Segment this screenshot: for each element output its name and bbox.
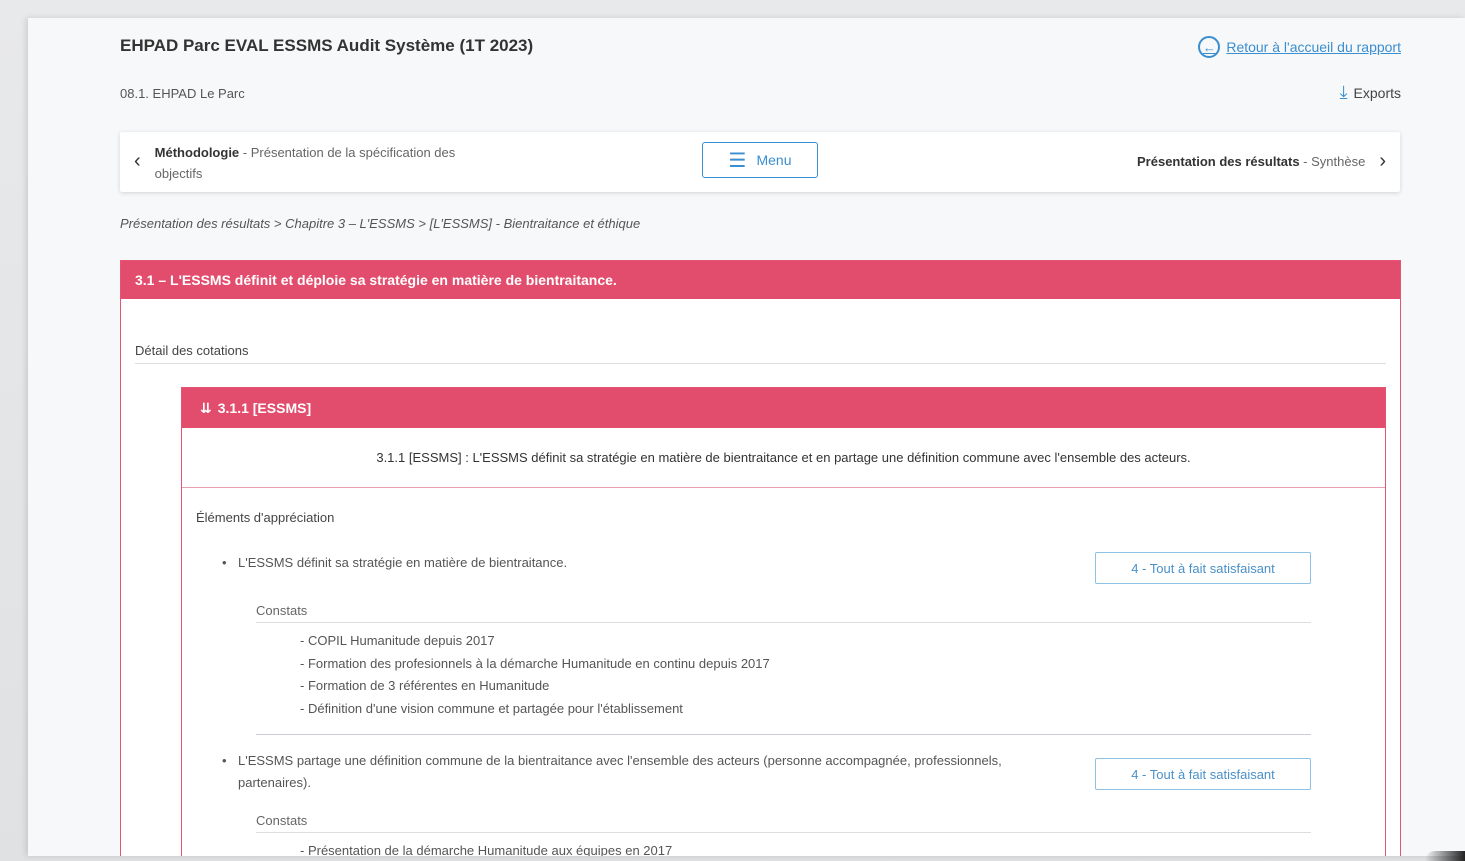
constats-title: Constats [256, 813, 308, 828]
page-title: EHPAD Parc EVAL ESSMS Audit Système (1T … [120, 36, 534, 55]
rating-badge[interactable]: 4 - Tout à fait satisfaisant [1095, 758, 1311, 790]
screen-edge [1425, 851, 1465, 861]
list-item: COPIL Humanitude depuis 2017 [300, 630, 770, 653]
divider [256, 734, 1311, 735]
rating-badge[interactable]: 4 - Tout à fait satisfaisant [1095, 552, 1311, 584]
list-item: Définition d'une vision commune et parta… [300, 698, 770, 721]
divider [256, 832, 1311, 833]
page-subtitle: 08.1. EHPAD Le Parc [120, 86, 245, 101]
download-icon: ⤓ [1339, 82, 1348, 102]
subsection-toggle[interactable]: ⇊ 3.1.1 [ESSMS] [182, 388, 1385, 428]
constats-list: Présentation de la démarche Humanitude a… [300, 840, 672, 856]
constats-title: Constats [256, 603, 308, 618]
chevron-left-icon: ‹ [134, 150, 141, 172]
next-chapter-bold: Présentation des résultats [1137, 153, 1300, 169]
next-chapter-label: Présentation des résultats - Synthèse [1137, 154, 1365, 169]
prev-chapter-bold: Méthodologie [154, 145, 240, 160]
next-chapter-rest: - Synthèse [1299, 153, 1366, 169]
criterion-text: L'ESSMS définit sa stratégie en matière … [222, 552, 1038, 574]
section-panel: 3.1 – L'ESSMS définit et déploie sa stra… [120, 260, 1401, 856]
menu-button[interactable]: ☰ Menu [702, 142, 818, 178]
divider [135, 363, 1386, 364]
subsection-title: 3.1.1 [ESSMS] [217, 400, 312, 416]
exports-button[interactable]: ⤓ Exports [1340, 82, 1401, 103]
breadcrumb: Présentation des résultats > Chapitre 3 … [120, 216, 641, 231]
subsection-description: 3.1.1 [ESSMS] : L'ESSMS définit sa strat… [182, 428, 1385, 488]
prev-chapter-label: Méthodologie - Présentation de la spécif… [155, 142, 505, 184]
chapter-navigation: ‹ Méthodologie - Présentation de la spéc… [120, 132, 1400, 192]
back-link-label: Retour à l'accueil du rapport [1226, 39, 1401, 55]
criterion-text: L'ESSMS partage une définition commune d… [222, 750, 1038, 794]
elements-title: Éléments d'appréciation [196, 510, 335, 525]
divider [256, 622, 1311, 623]
prev-chapter-link[interactable]: ‹ Méthodologie - Présentation de la spéc… [134, 142, 505, 184]
chevron-right-icon: › [1379, 150, 1386, 172]
arrow-left-circle-icon: ← [1198, 36, 1221, 58]
next-chapter-link[interactable]: Présentation des résultats - Synthèse › [1137, 142, 1386, 180]
list-item: Formation des profesionnels à la démarch… [300, 653, 770, 676]
screen-frame: EHPAD Parc EVAL ESSMS Audit Système (1T … [0, 0, 1465, 861]
constats-list: COPIL Humanitude depuis 2017 Formation d… [300, 630, 770, 720]
back-to-report-link[interactable]: ← Retour à l'accueil du rapport [1198, 36, 1401, 58]
detail-title: Détail des cotations [135, 343, 249, 358]
list-item: Présentation de la démarche Humanitude a… [300, 840, 672, 856]
app-window: EHPAD Parc EVAL ESSMS Audit Système (1T … [28, 18, 1465, 856]
section-title: 3.1 – L'ESSMS définit et déploie sa stra… [121, 261, 1400, 299]
double-chevron-down-icon: ⇊ [200, 399, 212, 416]
hamburger-icon: ☰ [728, 149, 747, 172]
list-item: Formation de 3 référentes en Humanitude [300, 675, 770, 698]
exports-label: Exports [1353, 84, 1401, 101]
subsection-panel: ⇊ 3.1.1 [ESSMS] 3.1.1 [ESSMS] : L'ESSMS … [181, 387, 1386, 856]
menu-label: Menu [756, 152, 792, 168]
